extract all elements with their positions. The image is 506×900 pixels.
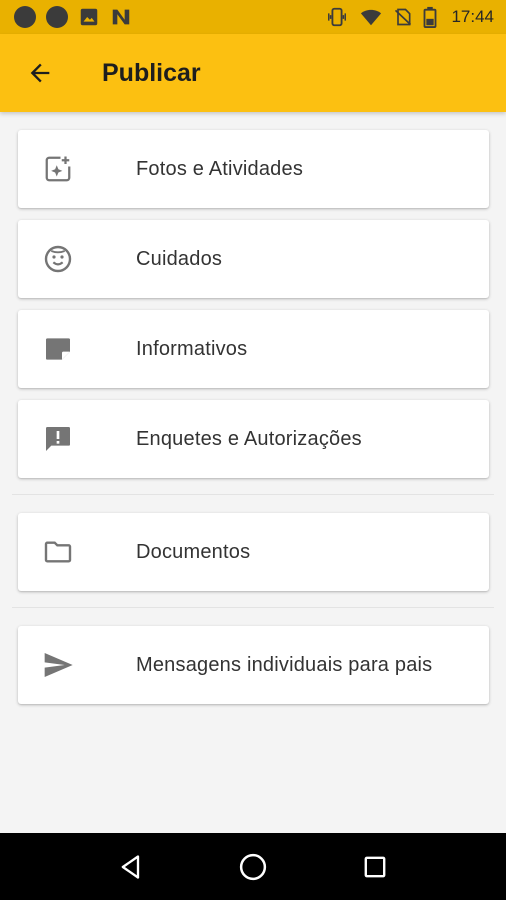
image-icon [80,8,98,26]
menu-item-label: Documentos [136,540,251,563]
folder-icon [40,534,76,570]
nav-home-button[interactable] [229,843,277,891]
battery-icon [424,6,437,28]
menu-item-enquetes-autorizacoes[interactable]: Enquetes e Autorizações [18,400,489,478]
menu-item-label: Cuidados [136,247,223,270]
nav-back-button[interactable] [107,843,155,891]
note-icon [40,331,76,367]
vibrate-icon [328,7,347,27]
notification-dot-icon [46,6,68,28]
back-button[interactable] [20,53,60,93]
arrow-back-icon [30,63,50,83]
home-circle-icon [239,853,267,880]
nav-recents-button[interactable] [351,843,399,891]
system-nav-bar [0,833,506,900]
status-bar: 17:44 [0,0,506,34]
menu-item-label: Informativos [136,337,248,360]
page-title: Publicar [102,58,201,87]
menu-item-fotos-atividades[interactable]: Fotos e Atividades [18,130,489,208]
menu-item-cuidados[interactable]: Cuidados [18,220,489,298]
add-photo-icon [40,151,76,187]
menu-item-informativos[interactable]: Informativos [18,310,489,388]
status-time: 17:44 [451,7,494,26]
status-right-icons: 17:44 [325,6,494,28]
feedback-icon [40,421,76,457]
back-triangle-icon [121,854,140,879]
menu-item-label: Enquetes e Autorizações [136,427,362,450]
menu-item-mensagens-individuais[interactable]: Mensagens individuais para pais [18,626,489,704]
app-bar: Publicar [0,34,506,112]
status-left-icons [14,6,132,28]
n-app-icon [112,9,130,25]
menu-item-label: Fotos e Atividades [136,157,304,180]
section-divider [12,494,494,495]
menu-item-documentos[interactable]: Documentos [18,513,489,591]
wifi-icon [361,9,382,26]
no-sim-icon [395,8,412,26]
section-divider [12,607,494,608]
menu-item-label: Mensagens individuais para pais [136,653,433,676]
smiley-face-icon [40,241,76,277]
send-icon [40,647,76,683]
notification-dot-icon [14,6,36,28]
recents-square-icon [364,856,386,877]
